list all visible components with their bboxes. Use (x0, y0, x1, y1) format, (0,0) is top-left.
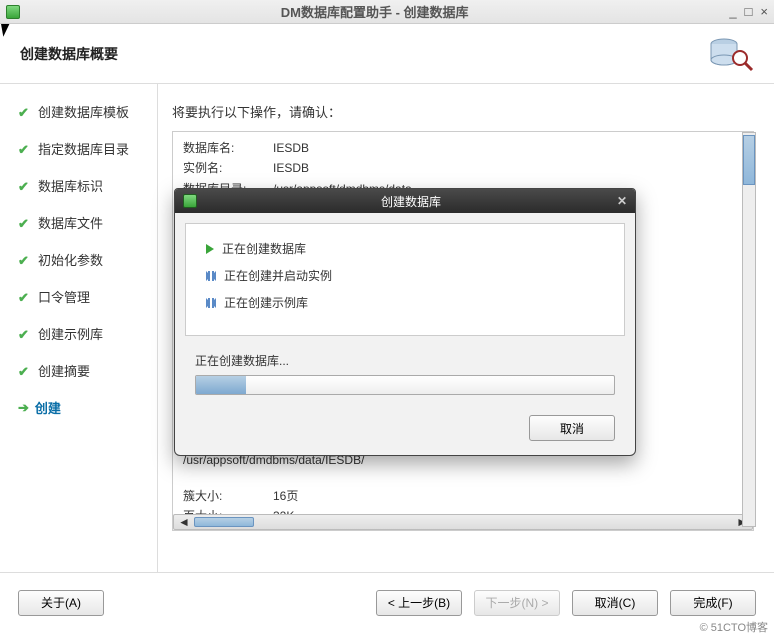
horizontal-scrollbar[interactable]: ◄ ► (173, 514, 753, 530)
sidebar-item-label: 创建数据库模板 (38, 102, 129, 121)
progress-fill (196, 376, 246, 394)
modal-step-label: 正在创建并启动实例 (224, 267, 332, 284)
sidebar-item-label: 创建示例库 (38, 324, 103, 343)
maximize-button[interactable]: □ (745, 4, 753, 19)
close-icon[interactable]: ✕ (617, 194, 627, 208)
summary-label: 簇大小: (183, 486, 273, 506)
arrow-right-icon: ➔ (18, 400, 29, 416)
summary-value: 16页 (273, 486, 743, 506)
dialog-titlebar: 创建数据库 ✕ (175, 189, 635, 213)
sidebar-item-label: 口令管理 (38, 287, 90, 306)
prev-button[interactable]: < 上一步(B) (376, 590, 462, 616)
about-button[interactable]: 关于(A) (18, 590, 104, 616)
close-button[interactable]: × (760, 4, 768, 19)
sidebar-item-label: 数据库文件 (38, 213, 103, 232)
app-icon (6, 5, 20, 19)
sidebar-item-label: 数据库标识 (38, 176, 103, 195)
modal-step-label: 正在创建数据库 (222, 240, 306, 257)
finish-button[interactable]: 完成(F) (670, 590, 756, 616)
check-icon: ✔ (18, 327, 32, 341)
summary-label: 数据库名: (183, 138, 273, 158)
window-titlebar: DM数据库配置助手 - 创建数据库 _ □ × (0, 0, 774, 24)
pending-icon (206, 298, 216, 308)
confirm-text: 将要执行以下操作，请确认： (172, 102, 754, 121)
dialog-body: 正在创建数据库 正在创建并启动实例 正在创建示例库 (185, 223, 625, 336)
next-button: 下一步(N) > (474, 590, 560, 616)
progress-bar (195, 375, 615, 395)
summary-value: IESDB (273, 138, 743, 158)
database-magnify-icon (706, 34, 754, 74)
progress-dialog: 创建数据库 ✕ 正在创建数据库 正在创建并启动实例 正在创建示例库 正在创建数据… (174, 188, 636, 456)
summary-value: IESDB (273, 158, 743, 178)
check-icon: ✔ (18, 253, 32, 267)
sidebar-item-label: 创建 (35, 398, 61, 417)
page-title: 创建数据库概要 (20, 44, 118, 64)
modal-step-label: 正在创建示例库 (224, 294, 308, 311)
check-icon: ✔ (18, 105, 32, 119)
sidebar-item-label: 初始化参数 (38, 250, 103, 269)
app-icon (183, 194, 197, 208)
wizard-header: 创建数据库概要 (0, 24, 774, 84)
check-icon: ✔ (18, 179, 32, 193)
scrollbar-thumb[interactable] (194, 517, 254, 527)
check-icon: ✔ (18, 290, 32, 304)
summary-label: 实例名: (183, 158, 273, 178)
dialog-title: 创建数据库 (205, 193, 617, 210)
modal-cancel-button[interactable]: 取消 (529, 415, 615, 441)
pending-icon (206, 271, 216, 281)
watermark: © 51CTO博客 (700, 619, 768, 635)
play-icon (206, 244, 214, 254)
scroll-left-icon[interactable]: ◄ (178, 512, 190, 531)
wizard-sidebar: ✔ 创建数据库模板 ✔ 指定数据库目录 ✔ 数据库标识 ✔ 数据库文件 ✔ 初始化参数 ✔… (0, 84, 158, 572)
check-icon: ✔ (18, 142, 32, 156)
check-icon: ✔ (18, 364, 32, 378)
wizard-footer: 关于(A) < 上一步(B) 下一步(N) > 取消(C) 完成(F) (0, 572, 774, 632)
sidebar-item-label: 创建摘要 (38, 361, 90, 380)
progress-label: 正在创建数据库... (195, 352, 615, 369)
minimize-button[interactable]: _ (729, 4, 736, 19)
sidebar-item-label: 指定数据库目录 (38, 139, 129, 158)
vertical-scrollbar[interactable] (742, 132, 756, 527)
scrollbar-thumb[interactable] (743, 135, 755, 185)
check-icon: ✔ (18, 216, 32, 230)
window-title: DM数据库配置助手 - 创建数据库 (20, 2, 729, 21)
cancel-button[interactable]: 取消(C) (572, 590, 658, 616)
